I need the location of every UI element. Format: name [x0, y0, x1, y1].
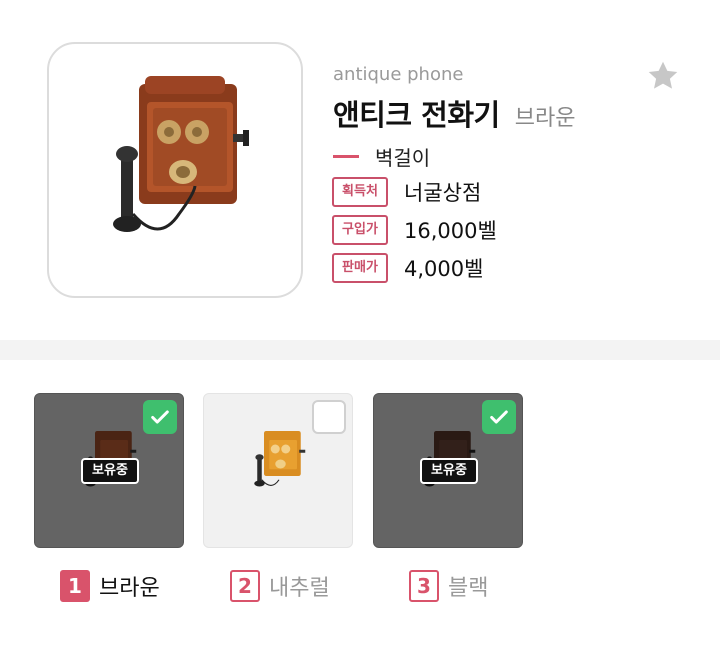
owned-checkbox[interactable] — [143, 400, 177, 434]
item-variant-name: 브라운 — [514, 106, 576, 131]
owned-checkbox[interactable] — [482, 400, 516, 434]
main-image-card — [47, 42, 303, 298]
item-english-name: antique phone — [333, 64, 464, 85]
variant-number: 3 — [409, 570, 439, 602]
info-value: 너굴상점 — [404, 181, 482, 205]
category-dash — [333, 155, 359, 158]
owned-badge: 보유중 — [420, 458, 478, 484]
variant-name: 내추럴 — [269, 576, 330, 601]
info-value: 4,000벨 — [404, 257, 484, 281]
variant-number: 2 — [230, 570, 260, 602]
category-row: 벽걸이 — [333, 142, 430, 171]
info-row-source: 획득처 너굴상점 — [332, 177, 481, 207]
info-value: 16,000벨 — [404, 219, 497, 243]
antique-phone-image — [113, 76, 249, 232]
category-text: 벽걸이 — [375, 146, 431, 170]
info-row-buy-price: 구입가 16,000벨 — [332, 215, 497, 245]
check-icon — [151, 410, 169, 424]
variant-label-black[interactable]: 3 블랙 — [409, 570, 488, 602]
variant-name: 블랙 — [448, 576, 489, 601]
variant-card-black[interactable]: 보유중 — [373, 393, 523, 548]
variant-card-natural[interactable] — [203, 393, 353, 548]
title-row: 앤티크 전화기 브라운 — [333, 92, 576, 134]
owned-checkbox[interactable] — [312, 400, 346, 434]
variant-number: 1 — [60, 570, 90, 602]
info-row-sell-price: 판매가 4,000벨 — [332, 253, 483, 283]
antique-phone-image — [254, 431, 306, 487]
variant-label-brown[interactable]: 1 브라운 — [60, 570, 160, 602]
variant-label-natural[interactable]: 2 내추럴 — [230, 570, 330, 602]
check-icon — [490, 410, 508, 424]
variant-name: 브라운 — [99, 576, 160, 601]
info-label: 구입가 — [332, 215, 388, 245]
owned-badge: 보유중 — [81, 458, 139, 484]
info-label: 판매가 — [332, 253, 388, 283]
item-name: 앤티크 전화기 — [333, 98, 500, 132]
info-label: 획득처 — [332, 177, 388, 207]
variant-card-brown[interactable]: 보유중 — [34, 393, 184, 548]
section-divider — [0, 340, 720, 360]
star-icon[interactable] — [645, 58, 681, 94]
